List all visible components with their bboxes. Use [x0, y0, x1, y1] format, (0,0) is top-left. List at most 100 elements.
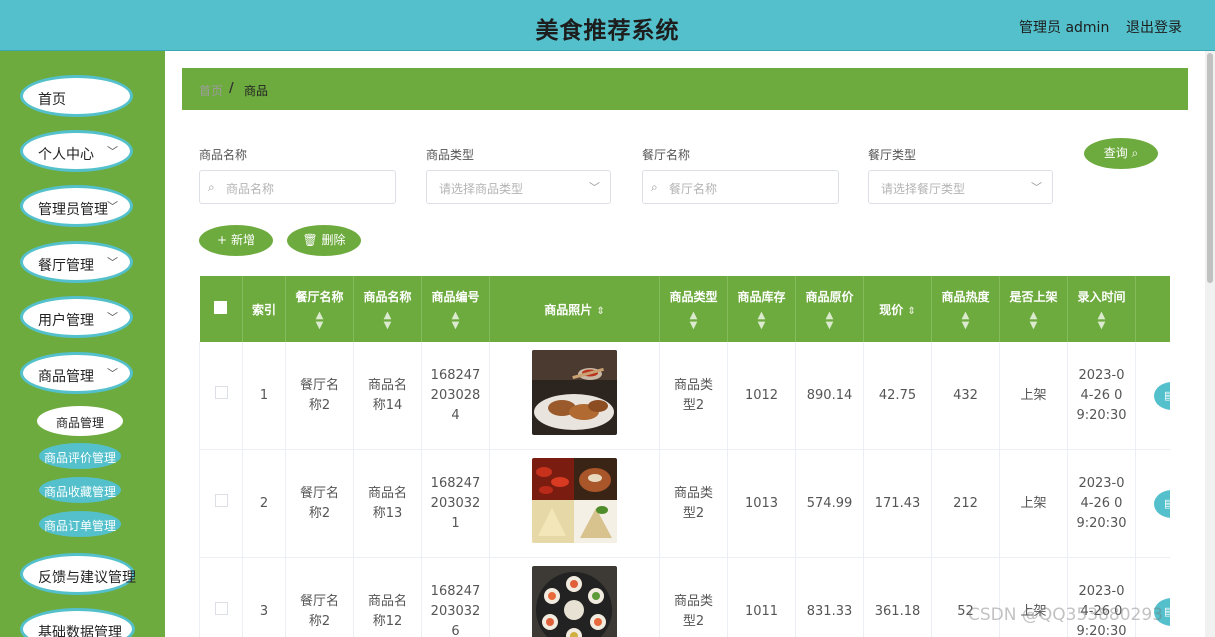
sort-icon[interactable]: ▲ ▼	[728, 310, 795, 331]
table-row[interactable]: 1 餐厅名称2 商品名称14 1682472030284 商品类型2 1012 …	[199, 342, 1170, 450]
goods-name-input[interactable]: ⌕ 商品名称	[199, 170, 396, 204]
cell-restaurant: 餐厅名称2	[285, 449, 354, 558]
trash-icon: 🗑	[302, 233, 318, 247]
logout-link[interactable]: 退出登录	[1126, 17, 1182, 37]
cell-original-price: 831.33	[795, 557, 864, 637]
sort-icon[interactable]: ⇕	[907, 306, 915, 317]
sort-icon[interactable]: ▲ ▼	[354, 310, 421, 331]
table-row[interactable]: 3 餐厅名称2 商品名称12 1682472030326 商品类型2 1011 …	[199, 557, 1170, 637]
column-header-price[interactable]: 现价 ⇕	[863, 276, 932, 342]
column-header-index: 索引	[242, 276, 286, 342]
sidebar-item-label: 基础数据管理	[38, 625, 122, 637]
cell-entry-time: 2023-04-26 09:20:30	[1067, 342, 1136, 450]
column-header-stock[interactable]: 商品库存 ▲ ▼	[727, 276, 796, 342]
cell-on-sale: 上架	[999, 557, 1068, 637]
column-header-label: 商品原价	[805, 289, 854, 304]
cell-goods-type: 商品类型2	[659, 449, 728, 558]
restaurant-type-placeholder: 请选择餐厅类型	[881, 182, 966, 196]
sort-icon[interactable]: ▲ ▼	[796, 310, 863, 331]
row-checkbox[interactable]	[214, 601, 228, 615]
breadcrumb-current: 商品	[244, 84, 269, 98]
cell-actions: ▤	[1135, 557, 1170, 637]
chevron-down-icon: ﹀	[107, 367, 118, 380]
breadcrumb-home-link[interactable]: 首页	[199, 82, 223, 99]
row-select-cell[interactable]	[199, 342, 243, 450]
goods-name-placeholder: 商品名称	[226, 182, 275, 196]
column-header-original-price[interactable]: 商品原价 ▲ ▼	[795, 276, 864, 342]
column-header-goods-code[interactable]: 商品编号 ▲ ▼	[421, 276, 490, 342]
search-icon: ⌕	[651, 180, 658, 194]
sidebar-item-label: 餐厅管理	[38, 258, 94, 274]
add-button[interactable]: + 新增	[199, 225, 273, 256]
select-all-header[interactable]	[199, 276, 243, 342]
cell-price: 361.18	[863, 557, 932, 637]
sidebar-item-personal-center[interactable]: 个人中心 ﹀	[20, 130, 133, 172]
delete-button[interactable]: 🗑 删除	[287, 225, 361, 256]
page-scrollbar[interactable]	[1205, 51, 1215, 637]
sidebar-subitem-goods-favorite[interactable]: 商品收藏管理	[37, 475, 123, 505]
sort-icon[interactable]: ▲ ▼	[932, 310, 999, 331]
search-icon: ⌕	[1131, 146, 1139, 160]
column-header-goods-name[interactable]: 商品名称 ▲ ▼	[353, 276, 422, 342]
cell-heat: 432	[931, 342, 1000, 450]
scrollbar-thumb[interactable]	[1207, 53, 1213, 283]
row-select-cell[interactable]	[199, 557, 243, 637]
sidebar-item-goods-management[interactable]: 商品管理 ﹀	[20, 352, 133, 394]
chevron-down-icon: ﹀	[1031, 181, 1042, 194]
cell-goods-photo	[489, 342, 660, 450]
sort-icon[interactable]: ▲ ▼	[286, 310, 353, 331]
cell-stock: 1013	[727, 449, 796, 558]
row-select-cell[interactable]	[199, 449, 243, 558]
column-header-entry-time[interactable]: 录入时间 ▲ ▼	[1067, 276, 1136, 342]
select-all-checkbox[interactable]	[214, 301, 228, 314]
detail-button[interactable]: ▤	[1154, 381, 1170, 410]
column-header-label: 商品类型	[669, 289, 718, 304]
restaurant-name-placeholder: 餐厅名称	[669, 182, 718, 196]
column-header-actions	[1135, 276, 1170, 342]
sort-icon[interactable]: ▲ ▼	[1000, 310, 1067, 331]
row-checkbox[interactable]	[214, 385, 228, 399]
sidebar-item-label: 管理员管理	[38, 202, 108, 218]
sidebar-item-user-management[interactable]: 用户管理 ﹀	[20, 296, 133, 338]
sidebar-item-admin-management[interactable]: 管理员管理 ﹀	[20, 185, 133, 227]
sidebar-subitem-goods[interactable]: 商品管理	[37, 406, 123, 436]
column-header-heat[interactable]: 商品热度 ▲ ▼	[931, 276, 1000, 342]
restaurant-type-select[interactable]: 请选择餐厅类型 ﹀	[868, 170, 1053, 204]
column-header-restaurant[interactable]: 餐厅名称 ▲ ▼	[285, 276, 354, 342]
cell-on-sale: 上架	[999, 449, 1068, 558]
cell-goods-type: 商品类型2	[659, 342, 728, 450]
sidebar: 首页 个人中心 ﹀ 管理员管理 ﹀ 餐厅管理 ﹀ 用户管理 ﹀ 商品管理 ﹀ 商…	[0, 51, 165, 637]
goods-photo-image[interactable]	[532, 565, 617, 637]
goods-type-label: 商品类型	[426, 148, 475, 162]
sidebar-item-restaurant-management[interactable]: 餐厅管理 ﹀	[20, 241, 133, 283]
cell-index: 3	[242, 557, 286, 637]
add-button-label: 新增	[230, 233, 255, 247]
goods-photo-image[interactable]	[532, 349, 617, 435]
row-checkbox[interactable]	[214, 493, 228, 507]
cell-goods-code: 1682472030321	[421, 449, 490, 558]
column-header-goods-type[interactable]: 商品类型 ▲ ▼	[659, 276, 728, 342]
query-button[interactable]: 查询 ⌕	[1084, 138, 1158, 169]
table-row[interactable]: 2 餐厅名称2 商品名称13 1682472030321 商品类型2 1013 …	[199, 449, 1170, 558]
column-header-label: 商品照片	[544, 302, 593, 317]
sort-icon[interactable]: ▲ ▼	[660, 310, 727, 331]
sidebar-item-feedback-management[interactable]: 反馈与建议管理	[20, 553, 136, 595]
sort-icon[interactable]: ⇕	[596, 306, 604, 317]
detail-button[interactable]: ▤	[1154, 489, 1170, 518]
sidebar-subitem-goods-review[interactable]: 商品评价管理	[37, 441, 123, 471]
column-header-on-sale[interactable]: 是否上架 ▲ ▼	[999, 276, 1068, 342]
cell-index: 1	[242, 342, 286, 450]
column-header-goods-photo[interactable]: 商品照片 ⇕	[489, 276, 660, 342]
sort-icon[interactable]: ▲ ▼	[422, 310, 489, 331]
cell-price: 171.43	[863, 449, 932, 558]
sidebar-item-home[interactable]: 首页	[20, 75, 133, 117]
goods-type-select[interactable]: 请选择商品类型 ﹀	[426, 170, 611, 204]
sort-icon[interactable]: ▲ ▼	[1068, 310, 1135, 331]
table-header-row: 索引 餐厅名称 ▲ ▼ 商品名称 ▲ ▼ 商品编号 ▲ ▼ 商品照片 ⇕ 商品类型 ▲ ▼ 商品…	[199, 276, 1170, 342]
cell-goods-code: 1682472030284	[421, 342, 490, 450]
sidebar-item-base-data-management[interactable]: 基础数据管理	[20, 608, 135, 637]
goods-photo-image[interactable]	[532, 457, 617, 543]
restaurant-name-input[interactable]: ⌕ 餐厅名称	[642, 170, 839, 204]
cell-goods-name: 商品名称14	[353, 342, 422, 450]
sidebar-subitem-goods-order[interactable]: 商品订单管理	[37, 509, 123, 539]
